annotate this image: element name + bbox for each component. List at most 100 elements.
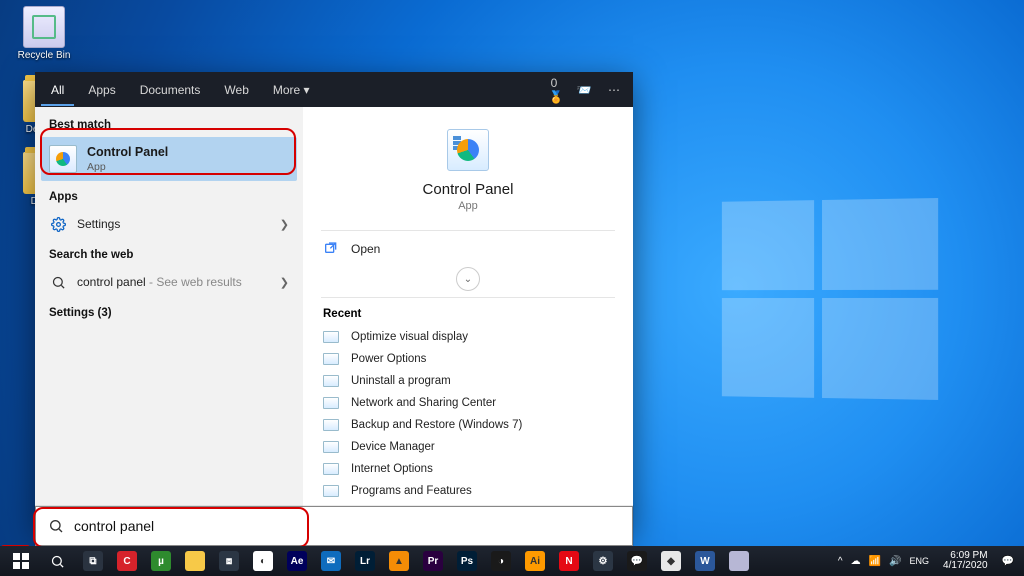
taskbar-app-messenger[interactable]: 💬 (620, 547, 654, 575)
taskbar-app-task-view[interactable]: ⧉ (76, 547, 110, 575)
start-button[interactable] (4, 547, 38, 575)
control-panel-mini-icon (323, 331, 339, 343)
section-best-match: Best match (35, 111, 303, 135)
taskbar-app-vlc[interactable]: ▲ (382, 547, 416, 575)
expand-actions-button[interactable]: ⌄ (456, 267, 480, 291)
best-match-subtitle: App (87, 161, 106, 173)
tab-all[interactable]: All (41, 74, 74, 106)
taskbar-app-premiere[interactable]: Pr (416, 547, 450, 575)
result-web-control-panel[interactable]: control panel - See web results ❯ (35, 265, 303, 299)
clock-date: 4/17/2020 (943, 561, 988, 572)
network-icon[interactable]: 📶 (869, 556, 881, 567)
tab-more[interactable]: More ▾ (263, 74, 320, 106)
control-panel-mini-icon (323, 397, 339, 409)
recent-item[interactable]: Uninstall a program (315, 370, 621, 392)
action-open[interactable]: Open (303, 231, 633, 267)
web-result-text: control panel - See web results (77, 275, 242, 289)
taskbar-app-ccleaner[interactable]: C (110, 547, 144, 575)
lightroom-icon: Lr (355, 551, 375, 571)
control-panel-mini-icon (323, 485, 339, 497)
taskbar-app-chrome[interactable]: ◐ (246, 547, 280, 575)
taskbar-app-word[interactable]: W (688, 547, 722, 575)
recent-item-label: Backup and Restore (Windows 7) (351, 419, 522, 431)
recent-item-label: Programs and Features (351, 485, 472, 497)
illustrator-icon: Ai (525, 551, 545, 571)
section-search-web: Search the web (35, 241, 303, 265)
netflix-icon: N (559, 551, 579, 571)
recent-item-label: Optimize visual display (351, 331, 468, 343)
gear-icon (49, 215, 67, 233)
taskbar-app-after-effects[interactable]: Ae (280, 547, 314, 575)
volume-icon[interactable]: 🔊 (889, 556, 901, 567)
chevron-right-icon: ❯ (280, 276, 289, 289)
taskbar-app-file-explorer[interactable] (178, 547, 212, 575)
taskbar-app-photoshop[interactable]: Ps (450, 547, 484, 575)
tray-overflow-icon[interactable]: ^ (838, 556, 843, 567)
chrome-icon: ◐ (253, 551, 273, 571)
more-options-icon[interactable]: ⋯ (601, 83, 627, 97)
recent-item[interactable]: Device Manager (315, 436, 621, 458)
vlc-icon: ▲ (389, 551, 409, 571)
onedrive-icon[interactable]: ☁ (851, 556, 861, 567)
feedback-icon[interactable]: 📨 (571, 83, 597, 97)
recycle-bin-icon (23, 6, 65, 48)
taskbar: ⧉Cµ ⧈ ◐ Ae ✉ Lr ▲ Pr Ps◑ Ai N ⚙ 💬 ◆W ^ ☁ 📶 🔊 ENG 6:09… (0, 546, 1024, 576)
tab-apps[interactable]: Apps (78, 74, 125, 106)
messenger-icon: 💬 (627, 551, 647, 571)
control-panel-mini-icon (323, 419, 339, 431)
taskbar-app-settings[interactable]: ⚙ (586, 547, 620, 575)
notification-center-icon[interactable]: 💬 (1002, 556, 1014, 567)
mail-icon: ✉ (321, 551, 341, 571)
control-panel-icon (49, 145, 77, 173)
taskbar-app-microsoft-store[interactable]: ⧈ (212, 547, 246, 575)
control-panel-icon (447, 129, 489, 171)
taskbar-app-onenote[interactable] (722, 547, 756, 575)
search-icon (49, 273, 67, 291)
settings-icon: ⚙ (593, 551, 613, 571)
recent-list: Optimize visual display Power OptionsUnin… (303, 326, 633, 502)
recent-item-label: Network and Sharing Center (351, 397, 496, 409)
rewards-count[interactable]: 0 🏅 (541, 76, 567, 104)
taskbar-app-netflix[interactable]: N (552, 547, 586, 575)
recent-item[interactable]: Internet Options (315, 458, 621, 480)
utorrent-icon: µ (151, 551, 171, 571)
taskbar-app-utorrent[interactable]: µ (144, 547, 178, 575)
recent-label: Recent (303, 298, 633, 326)
result-settings[interactable]: Settings ❯ (35, 207, 303, 241)
section-apps: Apps (35, 183, 303, 207)
desktop-icon-recycle-bin[interactable]: Recycle Bin (14, 6, 74, 61)
recent-item[interactable]: Network and Sharing Center (315, 392, 621, 414)
desktop-icon-label: Recycle Bin (18, 50, 71, 61)
tab-web[interactable]: Web (214, 74, 258, 106)
search-input[interactable] (74, 518, 620, 534)
taskbar-search-button[interactable] (40, 547, 74, 575)
taskbar-app-lightroom[interactable]: Lr (348, 547, 382, 575)
section-settings-count[interactable]: Settings (3) (35, 299, 303, 323)
recent-item[interactable]: Power Options (315, 348, 621, 370)
taskbar-app-blender[interactable]: ◆ (654, 547, 688, 575)
file-explorer-icon (185, 551, 205, 571)
language-indicator[interactable]: ENG (910, 556, 930, 566)
system-tray[interactable]: ^ ☁ 📶 🔊 ENG 6:09 PM 4/17/2020 💬 (838, 551, 1020, 572)
after-effects-icon: Ae (287, 551, 307, 571)
tab-documents[interactable]: Documents (130, 74, 211, 106)
search-box[interactable] (35, 506, 633, 546)
taskbar-app-davinci[interactable]: ◑ (484, 547, 518, 575)
recent-item[interactable]: Backup and Restore (Windows 7) (315, 414, 621, 436)
recent-item[interactable]: Optimize visual display (315, 326, 621, 348)
recent-item[interactable]: Programs and Features (315, 480, 621, 502)
recent-item-label: Internet Options (351, 463, 433, 475)
preview-subtitle: App (303, 200, 633, 212)
taskbar-app-illustrator[interactable]: Ai (518, 547, 552, 575)
taskbar-clock[interactable]: 6:09 PM 4/17/2020 (937, 551, 994, 572)
control-panel-mini-icon (323, 353, 339, 365)
premiere-icon: Pr (423, 551, 443, 571)
best-match-control-panel[interactable]: Control Panel App (41, 137, 297, 181)
best-match-title: Control Panel (87, 145, 168, 159)
taskbar-app-mail[interactable]: ✉ (314, 547, 348, 575)
control-panel-mini-icon (323, 441, 339, 453)
result-label: Settings (77, 217, 120, 231)
search-icon (48, 518, 64, 534)
action-open-label: Open (351, 242, 380, 256)
chevron-right-icon: ❯ (280, 218, 289, 231)
